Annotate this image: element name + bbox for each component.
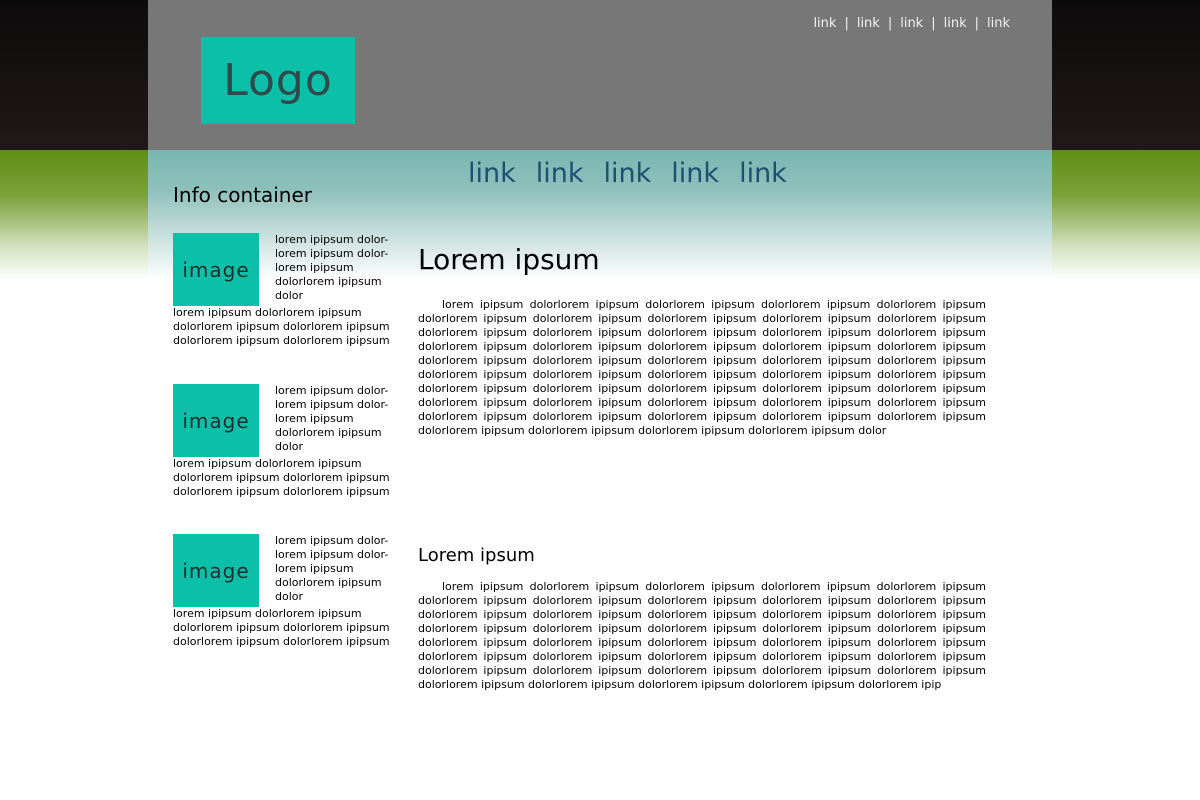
separator: |: [931, 16, 936, 31]
top-link-3[interactable]: link: [900, 16, 923, 31]
info-image[interactable]: image: [173, 233, 259, 306]
main-paragraph-1: lorem ipipsum dolorlorem ipipsum dolorlo…: [418, 298, 986, 437]
info-below-text: lorem ipipsum dolorlorem ipipsum dolorlo…: [173, 607, 390, 648]
logo[interactable]: Logo: [201, 37, 355, 124]
separator: |: [844, 16, 849, 31]
info-image-label: image: [182, 558, 250, 583]
info-image-label: image: [182, 408, 250, 433]
top-link-2[interactable]: link: [857, 16, 880, 31]
nav-link-5[interactable]: link: [739, 158, 787, 189]
sub-heading: Lorem ipsum: [418, 545, 535, 566]
info-item: image lorem ipipsum dolor-lorem ipipsum …: [173, 534, 403, 649]
nav-link-3[interactable]: link: [604, 158, 652, 189]
header: Logo link | link | link | link | link: [148, 0, 1052, 150]
info-below-text: lorem ipipsum dolorlorem ipipsum dolorlo…: [173, 457, 390, 498]
info-image-label: image: [182, 257, 250, 282]
top-link-1[interactable]: link: [813, 16, 836, 31]
nav-link-1[interactable]: link: [468, 158, 516, 189]
page-container: Logo link | link | link | link | link li…: [148, 0, 1052, 800]
info-item: image lorem ipipsum dolor-lorem ipipsum …: [173, 384, 403, 499]
main-nav: link link link link link: [468, 158, 787, 189]
separator: |: [887, 16, 893, 31]
nav-link-2[interactable]: link: [536, 158, 584, 189]
top-link-4[interactable]: link: [944, 16, 967, 31]
top-link-5[interactable]: link: [987, 16, 1010, 31]
info-container-title: Info container: [173, 183, 312, 207]
info-image[interactable]: image: [173, 384, 259, 457]
main-paragraph-2: lorem ipipsum dolorlorem ipipsum dolorlo…: [418, 580, 986, 691]
top-links: link | link | link | link | link: [813, 16, 1010, 31]
main-heading: Lorem ipsum: [418, 243, 600, 276]
info-item: image lorem ipipsum dolor-lorem ipipsum …: [173, 233, 403, 348]
info-below-text: lorem ipipsum dolorlorem ipipsum dolorlo…: [173, 306, 390, 347]
separator: |: [974, 16, 979, 31]
info-image[interactable]: image: [173, 534, 259, 607]
logo-text: Logo: [223, 55, 333, 106]
nav-link-4[interactable]: link: [671, 158, 719, 189]
